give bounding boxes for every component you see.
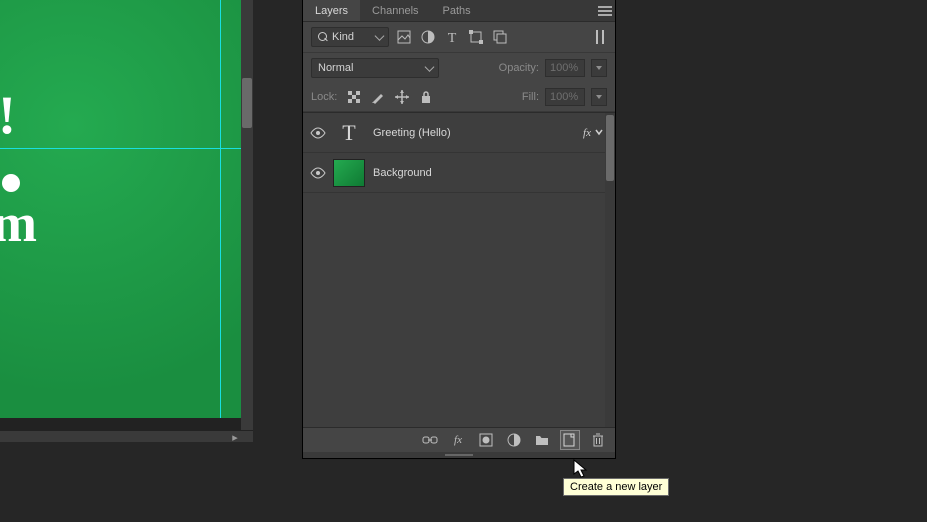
new-group-button[interactable] xyxy=(533,431,551,449)
new-layer-button[interactable] xyxy=(561,431,579,449)
filter-kind-label: Kind xyxy=(332,31,354,43)
layer-effects-label[interactable]: fx xyxy=(583,127,591,139)
blend-row: Normal Opacity: 100% xyxy=(303,53,615,83)
type-layer-thumbnail: T xyxy=(333,118,365,148)
tooltip: Create a new layer xyxy=(563,478,669,496)
layer-mask-button[interactable] xyxy=(477,431,495,449)
tab-channels[interactable]: Channels xyxy=(360,0,430,21)
opacity-value[interactable]: 100% xyxy=(545,59,585,77)
fill-label: Fill: xyxy=(522,91,539,103)
layer-row[interactable]: T Greeting (Hello) fx xyxy=(303,113,605,153)
layer-list: T Greeting (Hello) fx Background xyxy=(303,112,615,428)
lock-transparent-icon[interactable] xyxy=(345,88,363,106)
lock-row: Lock: Fill: 100% xyxy=(303,83,615,112)
tab-layers[interactable]: Layers xyxy=(303,0,360,21)
canvas[interactable]: ! m xyxy=(0,0,241,418)
visibility-toggle[interactable] xyxy=(303,127,333,139)
filter-shape-icon[interactable] xyxy=(467,28,485,46)
panel-tabs: Layers Channels Paths xyxy=(303,0,615,22)
blend-mode-select[interactable]: Normal xyxy=(311,58,439,78)
scrollbar-thumb[interactable] xyxy=(606,115,614,181)
tab-paths[interactable]: Paths xyxy=(431,0,483,21)
layers-panel: Layers Channels Paths Kind T Norma xyxy=(302,0,616,459)
filter-toggle-switch[interactable] xyxy=(593,28,607,46)
svg-text:T: T xyxy=(448,31,457,44)
scrollbar-thumb[interactable] xyxy=(242,78,252,128)
layer-name[interactable]: Greeting (Hello) xyxy=(373,127,583,139)
search-icon xyxy=(318,32,328,42)
filter-type-icon[interactable]: T xyxy=(443,28,461,46)
canvas-scrollbar-horizontal[interactable]: ▸ xyxy=(0,430,253,442)
fill-arrow-button[interactable] xyxy=(591,88,607,106)
layer-panel-bottom-bar: fx xyxy=(303,428,615,452)
layer-filter-row: Kind T xyxy=(303,22,615,53)
layer-name[interactable]: Background xyxy=(373,167,605,179)
layer-row[interactable]: Background xyxy=(303,153,605,193)
visibility-toggle[interactable] xyxy=(303,167,333,179)
blend-mode-value: Normal xyxy=(318,62,353,74)
opacity-label: Opacity: xyxy=(499,62,539,74)
panel-menu-button[interactable] xyxy=(595,0,615,21)
guide-vertical xyxy=(220,0,221,418)
canvas-scrollbar-vertical[interactable] xyxy=(241,0,253,430)
canvas-text-m: m xyxy=(0,196,37,250)
canvas-text-exclaim: ! xyxy=(0,88,16,142)
guide-horizontal xyxy=(0,148,241,149)
filter-adjustment-icon[interactable] xyxy=(419,28,437,46)
layer-style-button[interactable]: fx xyxy=(449,431,467,449)
filter-smartobject-icon[interactable] xyxy=(491,28,509,46)
hamburger-icon xyxy=(598,6,612,16)
scroll-right-arrow[interactable]: ▸ xyxy=(229,431,241,443)
link-layers-button[interactable] xyxy=(421,431,439,449)
adjustment-layer-button[interactable] xyxy=(505,431,523,449)
mouse-cursor-icon xyxy=(573,459,591,479)
lock-label: Lock: xyxy=(311,91,337,103)
layer-thumbnail xyxy=(333,159,365,187)
lock-paint-icon[interactable] xyxy=(369,88,387,106)
layer-list-scrollbar[interactable] xyxy=(605,113,615,427)
lock-position-icon[interactable] xyxy=(393,88,411,106)
filter-pixel-icon[interactable] xyxy=(395,28,413,46)
canvas-dot xyxy=(2,174,20,192)
panel-resize-grip[interactable] xyxy=(303,452,615,458)
document-window: ! m xyxy=(0,0,253,430)
effects-expand-icon[interactable] xyxy=(595,127,605,139)
opacity-arrow-button[interactable] xyxy=(591,59,607,77)
lock-all-icon[interactable] xyxy=(417,88,435,106)
filter-kind-select[interactable]: Kind xyxy=(311,27,389,47)
fill-value[interactable]: 100% xyxy=(545,88,585,106)
delete-layer-button[interactable] xyxy=(589,431,607,449)
